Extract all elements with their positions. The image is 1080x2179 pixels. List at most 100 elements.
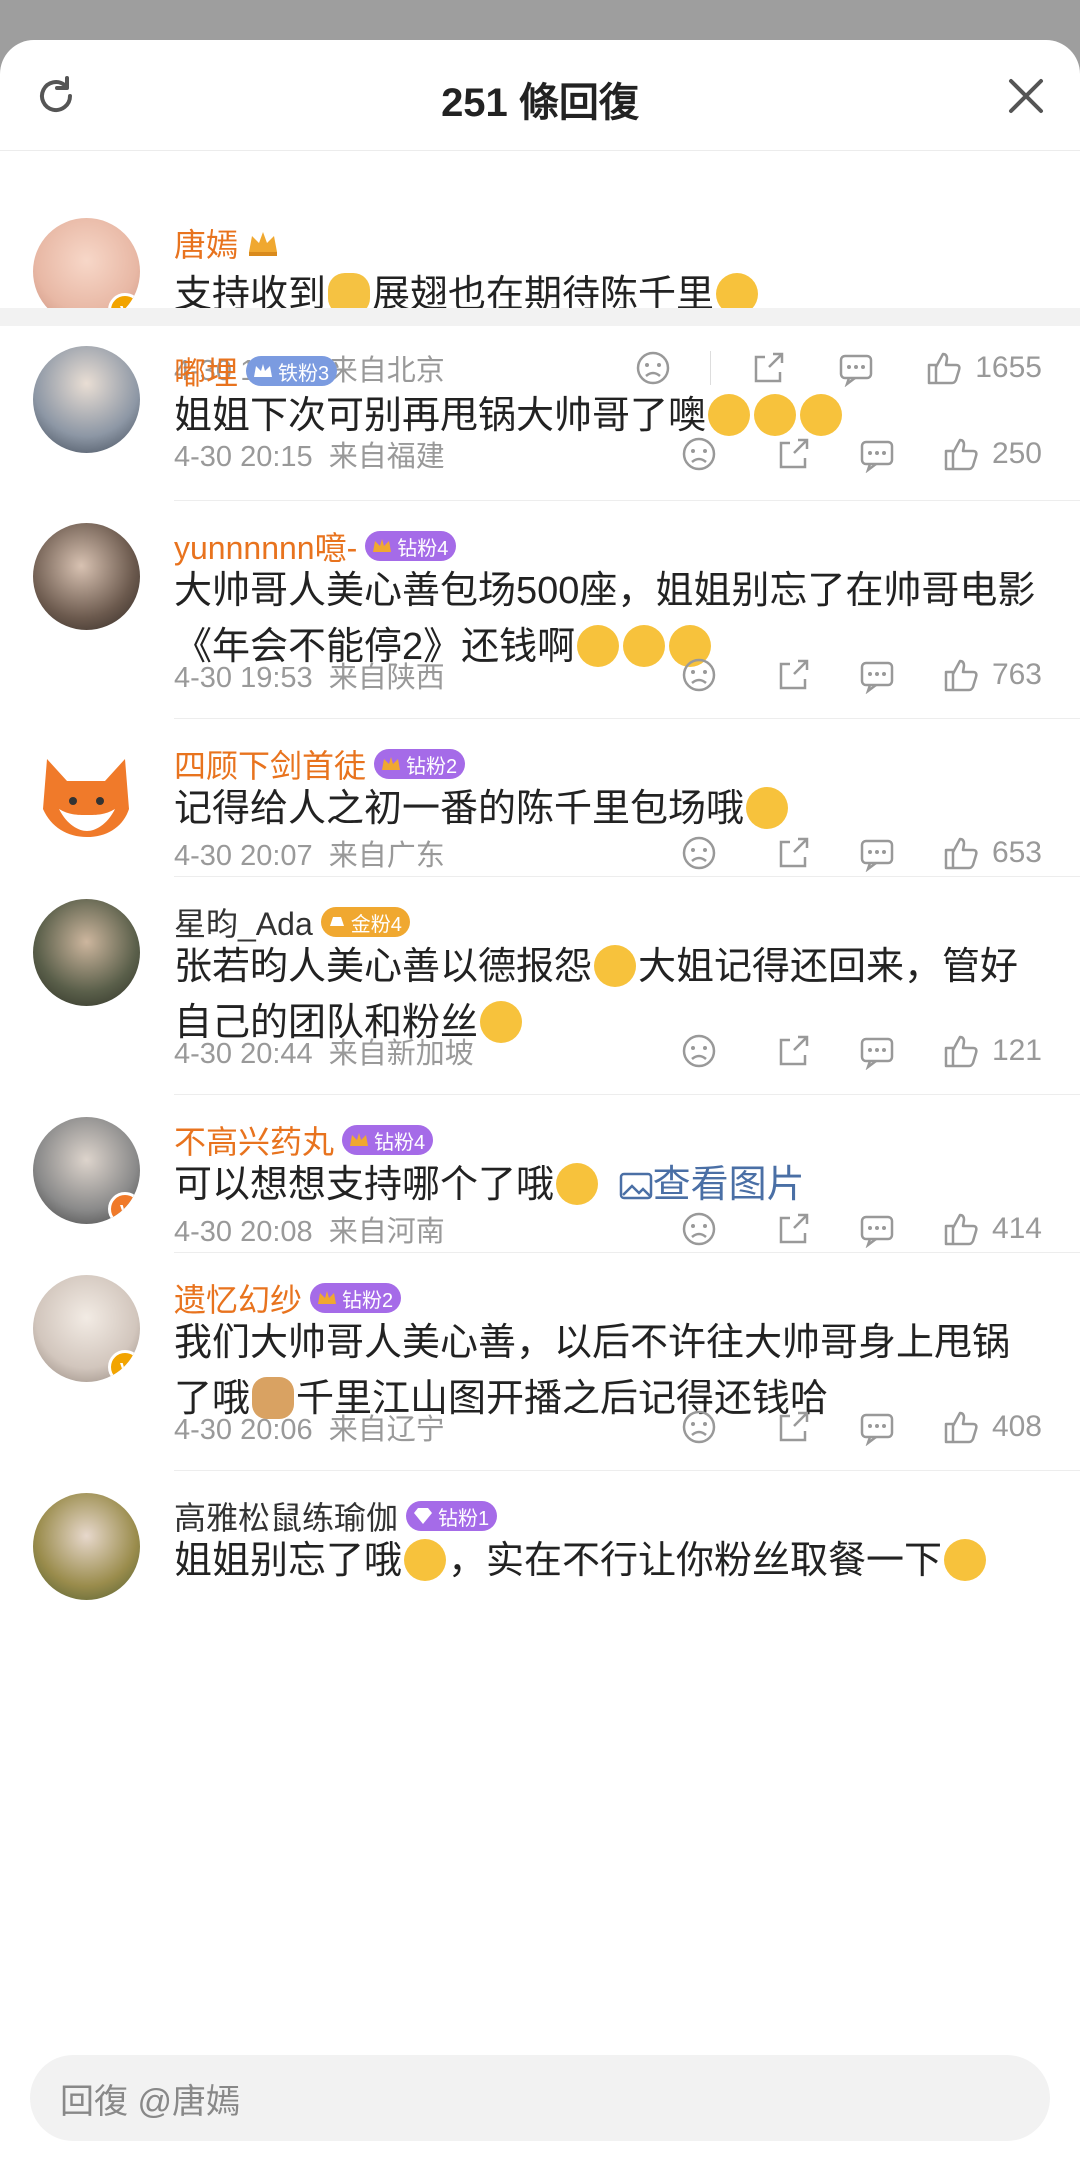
fan-badge: 钻粉2 (374, 749, 466, 779)
timestamp: 4-30 20:08 来自河南 (174, 1208, 445, 1250)
fan-badge-label: 钻粉4 (374, 1131, 426, 1154)
reply-item: 星昀_Ada 金粉4 张若昀人美心善以德报怨 大姐记得还回来，管好自己的团队和粉丝… (0, 877, 1080, 1095)
comment-text-part: ，实在不行让你粉丝取餐一下 (448, 1540, 943, 1582)
comment-icon[interactable] (858, 1210, 896, 1248)
dislike-face-icon[interactable] (680, 1408, 718, 1446)
user-name[interactable]: 唐嫣 (174, 220, 238, 266)
like-count: 653 (991, 836, 1042, 869)
image-icon (619, 1172, 652, 1200)
share-icon[interactable] (774, 435, 812, 473)
share-icon[interactable] (774, 1408, 812, 1446)
avatar[interactable]: v (33, 1275, 140, 1382)
comment-meta: 4-30 19:53 来自陕西 763 (174, 653, 1080, 697)
time-text: 4-30 20:06 (174, 1414, 313, 1446)
main-comment: v 唐嫣 支持收到展翅也在期待陈千里 4-30 19:52 来自北京 1655 (0, 150, 1080, 387)
timestamp: 4-30 20:07 来自广东 (174, 832, 445, 874)
fox-avatar[interactable] (33, 739, 140, 846)
crying-laugh-emoji-icon (708, 394, 751, 436)
crying-laugh-emoji-icon (800, 394, 843, 436)
blushing-emoji-icon (404, 1539, 447, 1581)
section-divider (0, 308, 1080, 326)
timestamp: 4-30 19:53 来自陕西 (174, 654, 445, 696)
like-count: 414 (991, 1212, 1042, 1245)
fan-badge: 铁粉3 (246, 356, 338, 386)
crown-icon (382, 757, 401, 770)
share-icon[interactable] (774, 656, 812, 694)
avatar[interactable]: v (33, 1117, 140, 1224)
comment-text: 可以想想支持哪个了哦 查看图片 (174, 1157, 1040, 1213)
reply-placeholder: 回復 @唐嫣 (60, 2082, 240, 2121)
crown-icon (350, 1133, 369, 1146)
time-text: 4-30 20:15 (174, 441, 313, 473)
timestamp: 4-30 20:44 来自新加坡 (174, 1030, 474, 1072)
close-icon[interactable] (1006, 76, 1046, 116)
page-title: 251 條回復 (441, 81, 639, 125)
dislike-face-icon[interactable] (680, 656, 718, 694)
fan-badge: 钻粉1 (406, 1501, 498, 1531)
heart-face-emoji-icon (594, 945, 637, 987)
comment-meta: 4-30 20:08 来自河南 414 (174, 1207, 1080, 1251)
like-icon[interactable] (942, 1408, 980, 1446)
like-icon[interactable] (942, 435, 980, 473)
avatar[interactable] (33, 899, 140, 1006)
comment-text: 记得给人之初一番的陈千里包场哦 (174, 781, 1040, 837)
share-icon[interactable] (774, 1210, 812, 1248)
gold-icon (329, 917, 344, 926)
reply-input[interactable]: 回復 @唐嫣 (30, 2055, 1050, 2141)
view-image-link[interactable]: 查看图片 (653, 1164, 805, 1206)
dislike-face-icon[interactable] (680, 1032, 718, 1070)
location-text: 来自福建 (328, 441, 445, 473)
fan-badge-label: 钻粉2 (342, 1289, 394, 1312)
share-icon[interactable] (774, 834, 812, 872)
share-icon[interactable] (774, 1032, 812, 1070)
dislike-face-icon[interactable] (680, 1210, 718, 1248)
reply-item: 四顾下剑首徒 钻粉2 记得给人之初一番的陈千里包场哦 4-30 20:07 来自… (0, 719, 1080, 877)
diamond-icon (414, 1508, 433, 1524)
comment-meta: 4-30 20:44 来自新加坡 121 (174, 1029, 1080, 1073)
reply-item: 高雅松鼠练瑜伽 钻粉1 姐姐别忘了哦 ，实在不行让你粉丝取餐一下 (0, 1471, 1080, 1631)
time-text: 4-30 20:44 (174, 1038, 313, 1070)
comment-text: 姐姐别忘了哦 ，实在不行让你粉丝取餐一下 (174, 1533, 1040, 1589)
like-count: 763 (991, 658, 1042, 691)
fan-badge-label: 钻粉2 (406, 755, 458, 778)
comment-icon[interactable] (858, 834, 896, 872)
location-text: 来自河南 (328, 1216, 445, 1248)
location-text: 来自陕西 (328, 662, 445, 694)
fan-badge-label: 钻粉1 (438, 1507, 490, 1530)
time-text: 4-30 20:07 (174, 840, 313, 872)
location-text: 来自广东 (328, 840, 445, 872)
like-count: 121 (991, 1034, 1042, 1067)
comment-text-part: 张若昀人美心善以德报怨 (174, 946, 593, 988)
comment-text-part: 记得给人之初一番的陈千里包场哦 (174, 788, 745, 830)
comment-icon[interactable] (858, 656, 896, 694)
action-bar: 763 (680, 653, 1042, 697)
dislike-face-icon[interactable] (680, 435, 718, 473)
location-text: 来自新加坡 (328, 1038, 474, 1070)
like-count: 408 (991, 1410, 1042, 1443)
dislike-face-icon[interactable] (680, 834, 718, 872)
comment-meta: 4-30 20:15 来自福建 250 (174, 432, 1080, 476)
verified-badge-icon: v (108, 1192, 140, 1224)
comment-icon[interactable] (858, 1408, 896, 1446)
comment-meta: 4-30 20:07 来自广东 653 (174, 831, 1080, 875)
action-bar: 653 (680, 831, 1042, 875)
crown-icon (318, 1291, 337, 1304)
like-icon[interactable] (942, 656, 980, 694)
comment-text-part: 姐姐下次可别再甩锅大帅哥了噢 (174, 395, 707, 437)
like-icon[interactable] (942, 834, 980, 872)
like-icon[interactable] (942, 1210, 980, 1248)
crying-laugh-emoji-icon (754, 394, 797, 436)
comment-icon[interactable] (858, 435, 896, 473)
avatar[interactable] (33, 346, 140, 453)
fan-badge: 钻粉4 (365, 531, 457, 561)
location-text: 来自辽宁 (328, 1414, 445, 1446)
avatar[interactable] (33, 523, 140, 630)
comment-icon[interactable] (858, 1032, 896, 1070)
like-icon[interactable] (942, 1032, 980, 1070)
comment-text-part: 可以想想支持哪个了哦 (174, 1164, 555, 1206)
like-count: 250 (991, 437, 1042, 470)
time-text: 4-30 20:08 (174, 1216, 313, 1248)
avatar[interactable] (33, 1493, 140, 1600)
blowing-kiss-emoji-icon (746, 787, 789, 829)
blushing-emoji-icon (944, 1539, 987, 1581)
